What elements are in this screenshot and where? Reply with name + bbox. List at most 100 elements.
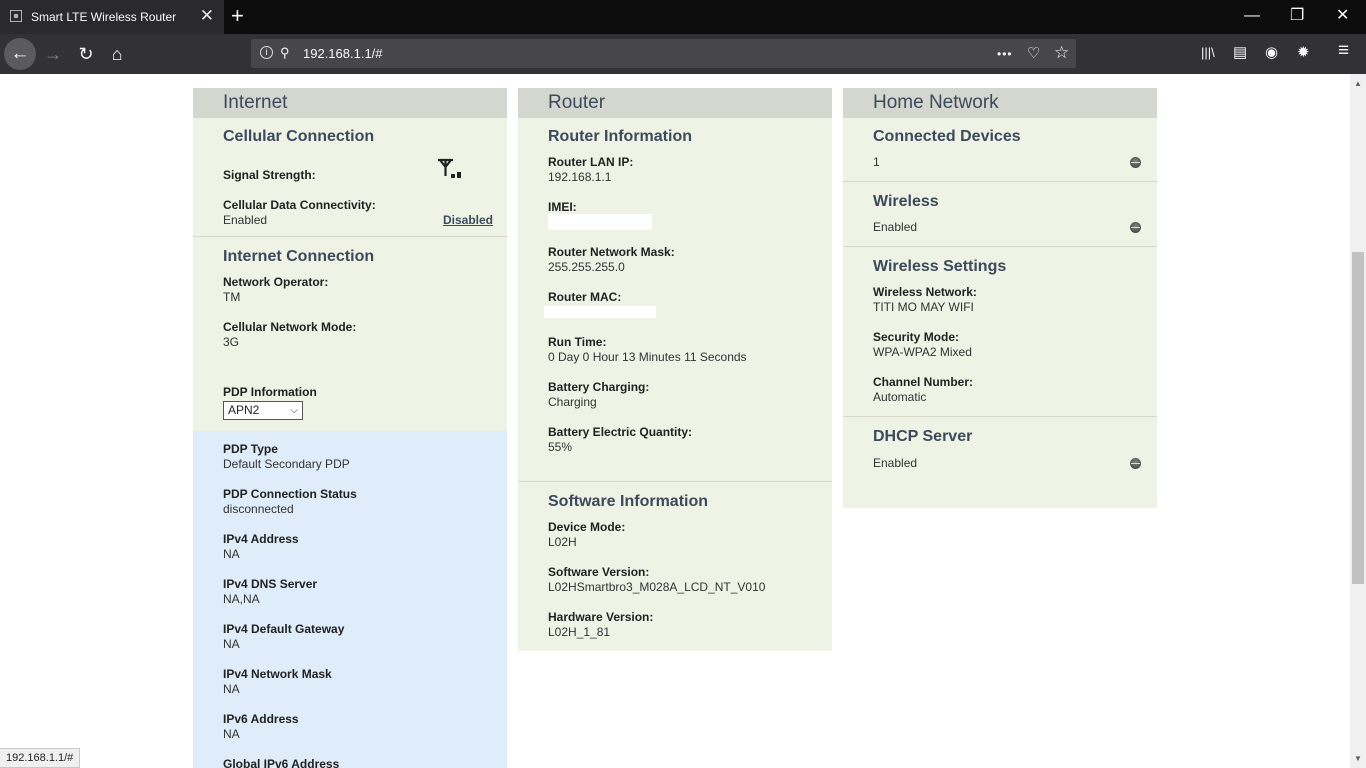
pdp-status-value: disconnected [223,502,294,516]
device-mode-label: Device Mode: [548,520,626,534]
global-ipv6-label: Global IPv6 Address [223,757,340,768]
page-actions-icon[interactable]: ••• [997,47,1013,61]
router-information-section: Router Information Router LAN IP: 192.16… [518,118,832,481]
software-information-section: Software Information Device Mode: L02H S… [518,481,832,651]
software-version-label: Software Version: [548,565,650,579]
pdp-information-label: PDP Information [223,385,317,399]
hardware-version-value: L02H_1_81 [548,625,611,639]
ipv4-gateway-label: IPv4 Default Gateway [223,622,345,636]
sidebar-icon[interactable]: ▤ [1233,44,1247,62]
pdp-type-label: PDP Type [223,442,278,456]
run-time-value: 0 Day 0 Hour 13 Minutes 11 Seconds [548,350,747,364]
pdp-type-value: Default Secondary PDP [223,457,350,471]
connected-devices-section[interactable]: Connected Devices 1 [843,118,1157,181]
pdp-details: PDP Type Default Secondary PDP PDP Conne… [193,431,507,768]
internet-panel: Internet Cellular Connection Signal Stre… [193,88,507,768]
menu-icon[interactable]: ≡ [1338,41,1349,60]
restore-icon[interactable]: ❐ [1290,6,1304,26]
ipv4-dns-value: NA,NA [223,592,260,606]
scroll-up-icon[interactable]: ▲ [1352,79,1364,88]
internet-connection-title: Internet Connection [223,248,375,265]
new-tab-icon[interactable]: + [231,4,244,28]
hardware-version-label: Hardware Version: [548,610,654,624]
software-version-value: L02HSmartbro3_M028A_LCD_NT_V010 [548,580,766,594]
reload-icon[interactable]: ↻ [75,43,97,65]
url-text[interactable]: 192.168.1.1/# [303,46,383,61]
connected-devices-count: 1 [873,155,880,169]
tab-strip: Smart LTE Wireless Router ✕ + — ❐ ✕ [0,0,1366,34]
expand-wireless-icon[interactable] [1130,222,1141,233]
expand-dhcp-icon[interactable] [1130,458,1141,469]
cellular-data-label: Cellular Data Connectivity: [223,198,376,212]
bookmark-star-icon[interactable]: ☆ [1054,43,1069,63]
extension-icon[interactable]: ✹ [1297,44,1310,62]
minimize-icon[interactable]: — [1244,6,1260,26]
ipv4-address-label: IPv4 Address [223,532,299,546]
account-icon[interactable]: ◉ [1265,44,1278,62]
security-mode-value: WPA-WPA2 Mixed [873,345,972,359]
disable-cellular-data-link[interactable]: Disabled [443,213,493,227]
wireless-network-value: TITI MO MAY WIFI [873,300,974,314]
chevron-down-icon: ⌵ [290,405,298,416]
router-panel: Router Router Information Router LAN IP:… [518,88,832,651]
address-bar[interactable]: i ⚲ 192.168.1.1/# ••• ♡ ☆ [251,39,1076,68]
pdp-apn-select[interactable]: APN2 ⌵ [223,401,303,420]
channel-number-label: Channel Number: [873,375,974,389]
pdp-apn-selected: APN2 [228,403,260,417]
network-operator-label: Network Operator: [223,275,329,289]
pocket-icon[interactable]: ♡ [1027,44,1040,62]
wireless-settings-title: Wireless Settings [873,258,1007,275]
ipv4-address-value: NA [223,547,240,561]
home-network-header: Home Network [843,88,1157,118]
ipv4-dns-label: IPv4 DNS Server [223,577,318,591]
lan-ip-value: 192.168.1.1 [548,170,612,184]
battery-charging-value: Charging [548,395,597,409]
tab-title: Smart LTE Wireless Router [31,10,177,24]
cellular-data-value: Enabled [223,213,268,227]
site-info-icon[interactable]: i [260,46,273,59]
software-information-title: Software Information [548,493,709,510]
forward-icon[interactable]: → [42,43,64,65]
link-status-bar: 192.168.1.1/# [0,748,81,768]
lan-ip-label: Router LAN IP: [548,155,634,169]
network-mode-value: 3G [223,335,240,349]
signal-strength-label: Signal Strength: [223,168,316,182]
device-mode-value: L02H [548,535,577,549]
home-network-panel: Home Network Connected Devices 1 Wireles… [843,88,1157,508]
wireless-settings-section: Wireless Settings Wireless Network: TITI… [843,246,1157,416]
battery-charging-label: Battery Charging: [548,380,650,394]
library-icon[interactable]: |||\ [1201,44,1215,62]
network-operator-value: TM [223,290,241,304]
browser-tab[interactable]: Smart LTE Wireless Router ✕ [0,0,224,34]
imei-value-redacted [548,214,652,230]
connected-devices-title: Connected Devices [873,128,1021,145]
wireless-section[interactable]: Wireless Enabled [843,181,1157,246]
ipv6-address-value: NA [223,727,240,741]
permissions-icon[interactable]: ⚲ [280,45,290,61]
channel-number-value: Automatic [873,390,927,404]
window-close-icon[interactable]: ✕ [1336,6,1349,26]
battery-quantity-label: Battery Electric Quantity: [548,425,693,439]
router-favicon-icon [10,10,22,22]
tab-close-icon[interactable]: ✕ [200,7,214,25]
network-mask-label: Router Network Mask: [548,245,675,259]
ipv4-mask-label: IPv4 Network Mask [223,667,332,681]
expand-devices-icon[interactable] [1130,157,1141,168]
ipv4-gateway-value: NA [223,637,240,651]
router-mac-label: Router MAC: [548,290,622,304]
ipv6-address-label: IPv6 Address [223,712,299,726]
scrollbar-thumb[interactable] [1352,252,1364,584]
ipv4-mask-value: NA [223,682,240,696]
router-information-title: Router Information [548,128,692,145]
home-icon[interactable]: ⌂ [106,43,128,65]
cellular-connection-section: Cellular Connection Signal Strength: Cel… [193,118,507,236]
pdp-status-label: PDP Connection Status [223,487,357,501]
imei-label: IMEI: [548,200,577,214]
dhcp-server-section[interactable]: DHCP Server Enabled [843,416,1157,508]
internet-connection-section: Internet Connection Network Operator: TM… [193,236,507,431]
security-mode-label: Security Mode: [873,330,960,344]
internet-header: Internet [193,88,507,118]
back-button[interactable]: ← [4,38,36,70]
dhcp-server-title: DHCP Server [873,428,973,445]
scroll-down-icon[interactable]: ▼ [1352,754,1364,763]
